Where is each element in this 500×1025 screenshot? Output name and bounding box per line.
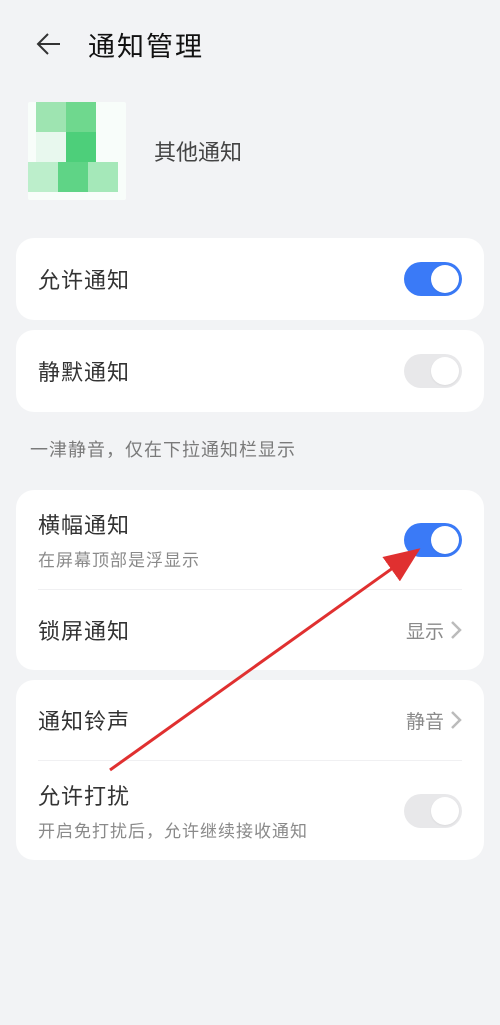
allow-disturb-label: 允许打扰 — [38, 779, 308, 811]
allow-notifications-toggle[interactable] — [404, 262, 462, 296]
allow-notifications-row[interactable]: 允许通知 — [16, 238, 484, 320]
toggle-knob — [431, 526, 459, 554]
silent-notifications-label: 静默通知 — [38, 355, 130, 387]
ringtone-value: 静音 — [406, 707, 444, 734]
banner-toggle[interactable] — [404, 523, 462, 557]
chevron-right-icon — [450, 710, 462, 730]
ringtone-disturb-card: 通知铃声 静音 允许打扰 开启免打扰后，允许继续接收通知 — [16, 680, 484, 860]
allow-disturb-toggle[interactable] — [404, 794, 462, 828]
banner-row[interactable]: 横幅通知 在屏幕顶部是浮显示 — [16, 490, 484, 589]
app-icon — [28, 102, 126, 200]
back-arrow-icon — [32, 28, 64, 60]
page-title: 通知管理 — [88, 25, 204, 64]
lock-screen-value: 显示 — [406, 617, 444, 644]
allow-disturb-row[interactable]: 允许打扰 开启免打扰后，允许继续接收通知 — [16, 761, 484, 860]
allow-notifications-label: 允许通知 — [38, 263, 130, 295]
silent-note: 一津静音，仅在下拉通知栏显示 — [0, 422, 500, 480]
banner-sub: 在屏幕顶部是浮显示 — [38, 546, 200, 571]
allow-disturb-sub: 开启免打扰后，允许继续接收通知 — [38, 817, 308, 842]
banner-label: 横幅通知 — [38, 508, 200, 540]
silent-notifications-toggle[interactable] — [404, 354, 462, 388]
silent-notifications-row[interactable]: 静默通知 — [16, 330, 484, 412]
chevron-right-icon — [450, 620, 462, 640]
banner-lock-card: 横幅通知 在屏幕顶部是浮显示 锁屏通知 显示 — [16, 490, 484, 670]
app-info: 其他通知 — [0, 82, 500, 228]
app-name: 其他通知 — [154, 135, 242, 167]
ringtone-row[interactable]: 通知铃声 静音 — [16, 680, 484, 760]
header: 通知管理 — [0, 0, 500, 82]
lock-screen-label: 锁屏通知 — [38, 614, 130, 646]
silent-notifications-card: 静默通知 — [16, 330, 484, 412]
back-button[interactable] — [28, 24, 68, 64]
toggle-knob — [431, 357, 459, 385]
toggle-knob — [431, 265, 459, 293]
toggle-knob — [431, 797, 459, 825]
lock-screen-row[interactable]: 锁屏通知 显示 — [16, 590, 484, 670]
allow-notifications-card: 允许通知 — [16, 238, 484, 320]
ringtone-label: 通知铃声 — [38, 704, 130, 736]
